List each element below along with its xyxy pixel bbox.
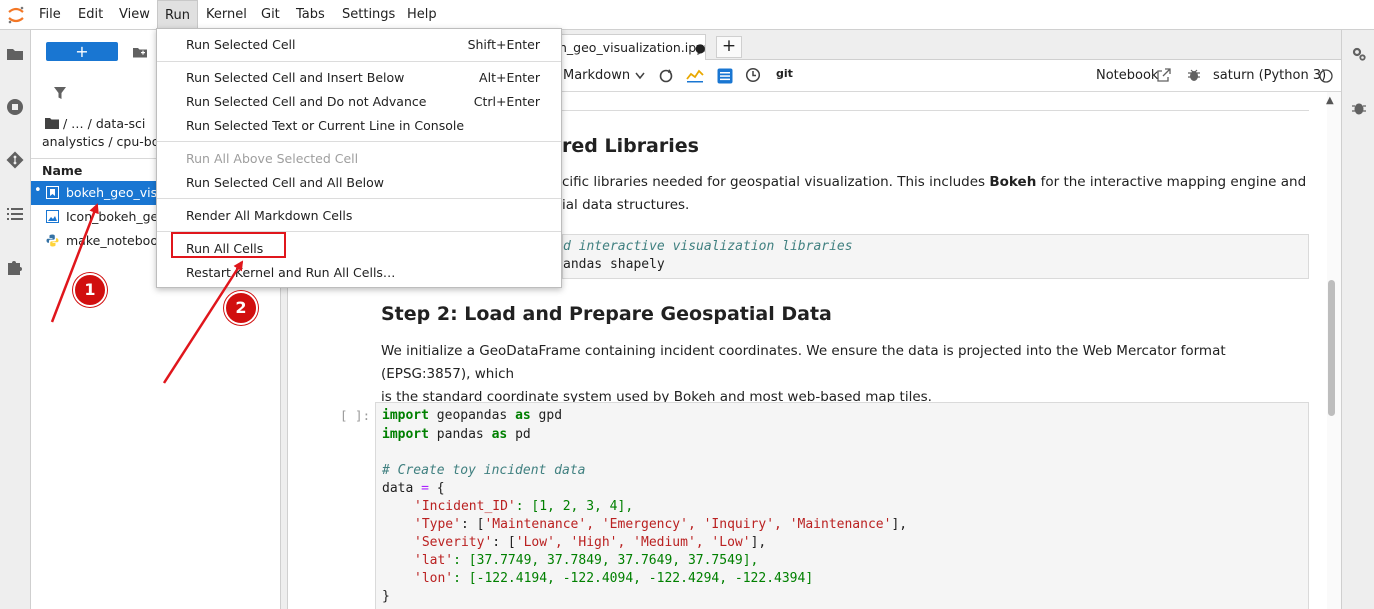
breadcrumb-path[interactable]: / … / data-sci	[63, 116, 145, 131]
code-cell-install[interactable]: d interactive visualization libraries an…	[562, 234, 1309, 279]
menu-separator	[157, 198, 561, 199]
markdown-paragraph-1: cific libraries needed for geospatial vi…	[562, 171, 1327, 217]
markdown-paragraph-2: We initialize a GeoDataFrame containing …	[381, 340, 1291, 409]
property-gear-icon[interactable]	[1351, 46, 1367, 62]
filter-icon[interactable]	[53, 86, 67, 100]
code-line-1: import geopandas as gpd	[382, 408, 563, 423]
menu-item-run-all-below[interactable]: Run Selected Cell and All Below	[186, 175, 384, 190]
paragraph-text: for the interactive mapping engine and	[1036, 174, 1307, 190]
python-file-icon	[46, 234, 59, 247]
tab-label[interactable]: n_geo_visualization.ipyı	[559, 40, 705, 55]
shortcut-ctrl-enter: Ctrl+Enter	[473, 94, 540, 109]
paragraph-bold: Bokeh	[989, 174, 1037, 190]
clock-icon[interactable]	[745, 67, 761, 83]
breadcrumb-line-2[interactable]: analystics / cpu-bok	[42, 134, 167, 149]
cell-type-select[interactable]: Markdown	[563, 68, 630, 83]
extension-puzzle-icon[interactable]	[5, 257, 25, 277]
code-comment: d interactive visualization libraries	[563, 239, 853, 254]
menu-kernel[interactable]: Kernel	[206, 0, 247, 30]
name-column-header[interactable]: Name	[42, 163, 82, 178]
code-comment: # Create toy incident data	[382, 463, 586, 478]
new-folder-icon[interactable]	[132, 44, 148, 60]
git-diff-button[interactable]: git	[776, 67, 793, 80]
table-of-contents-icon[interactable]	[5, 204, 25, 224]
file-name: bokeh_geo_visu	[66, 185, 166, 200]
external-link-icon[interactable]	[1157, 68, 1171, 82]
shortcut-alt-enter: Alt+Enter	[479, 70, 540, 85]
menu-separator	[157, 141, 561, 142]
right-sidebar	[1341, 30, 1374, 609]
refresh-widget-icon[interactable]	[658, 68, 674, 84]
code-line-incident-id: 'Incident_ID': [1, 2, 3, 4],	[414, 499, 634, 514]
paragraph-text: We initialize a GeoDataFrame containing …	[381, 343, 1226, 382]
code-line: andas shapely	[563, 257, 665, 272]
chevron-down-icon[interactable]	[635, 72, 645, 80]
menu-git[interactable]: Git	[261, 0, 280, 30]
file-name: Icon_bokeh_geo	[66, 209, 166, 224]
menu-help[interactable]: Help	[407, 0, 437, 30]
menu-settings[interactable]: Settings	[342, 0, 395, 30]
property-inspector-icon[interactable]	[717, 68, 733, 84]
menu-item-run-insert-below[interactable]: Run Selected Cell and Insert Below	[186, 70, 404, 85]
code-line-2: import pandas as pd	[382, 427, 531, 442]
code-line-data: data = {	[382, 481, 445, 496]
cell-execution-prompt: [ ]:	[340, 408, 371, 423]
scroll-up-arrow-icon[interactable]: ▲	[1326, 95, 1334, 106]
scrollbar-thumb[interactable]	[1328, 280, 1335, 416]
menu-run[interactable]: Run	[157, 0, 198, 30]
menu-item-render-markdown[interactable]: Render All Markdown Cells	[186, 208, 352, 223]
code-line-type: 'Type': ['Maintenance', 'Emergency', 'In…	[414, 517, 908, 532]
code-line-severity: 'Severity': ['Low', 'High', 'Medium', 'L…	[414, 535, 767, 550]
new-tab-button[interactable]: +	[716, 36, 742, 58]
menu-item-run-do-not-advance[interactable]: Run Selected Cell and Do not Advance	[186, 94, 426, 109]
folder-icon[interactable]	[5, 44, 25, 64]
debugger-bug-icon[interactable]	[1187, 68, 1201, 82]
code-cell-load-data[interactable]: import geopandas as gpd import pandas as…	[375, 402, 1309, 609]
left-sidebar	[0, 30, 31, 609]
home-folder-icon[interactable]	[45, 117, 59, 129]
paragraph-text: ial data structures.	[562, 197, 690, 213]
resource-usage-icon[interactable]	[686, 68, 704, 84]
jupyter-logo-icon	[8, 6, 24, 24]
unsaved-dot-icon[interactable]: ●	[695, 35, 705, 61]
code-line-close: }	[382, 589, 390, 604]
tab-bokeh-geo-visualization[interactable]: n_geo_visualization.ipyı ●	[558, 34, 706, 61]
shortcut-shift-enter: Shift+Enter	[467, 37, 540, 52]
file-name: make_notebook	[66, 233, 166, 248]
run-all-cells-highlight	[171, 232, 286, 258]
paragraph-text: cific libraries needed for geospatial vi…	[562, 174, 990, 190]
new-launcher-button[interactable]: +	[46, 42, 118, 61]
debugger-bug-icon[interactable]	[1351, 100, 1367, 116]
kernel-status-idle-icon	[1319, 69, 1333, 83]
section-heading-2: Step 2: Load and Prepare Geospatial Data	[381, 303, 832, 325]
menu-bar: File Edit View Run Kernel Git Tabs Setti…	[0, 0, 1374, 30]
open-notebook-link[interactable]: Notebook	[1096, 68, 1158, 83]
notebook-file-icon	[46, 186, 59, 199]
menu-item-run-all-above: Run All Above Selected Cell	[186, 151, 359, 166]
menu-item-restart-run-all[interactable]: Restart Kernel and Run All Cells…	[186, 265, 395, 280]
step-badge-2: 2	[224, 291, 258, 325]
step-badge-1: 1	[73, 273, 107, 307]
breadcrumb-line-1[interactable]: / … / data-sci	[45, 116, 145, 131]
image-file-icon	[46, 210, 59, 223]
code-line-lat: 'lat': [37.7749, 37.7849, 37.7649, 37.75…	[414, 553, 759, 568]
menu-item-run-in-console[interactable]: Run Selected Text or Current Line in Con…	[186, 118, 464, 133]
menu-separator	[157, 61, 561, 62]
menu-item-run-selected-cell[interactable]: Run Selected Cell	[186, 37, 295, 52]
file-open-dot-icon: •	[34, 183, 42, 198]
section-heading-1: red Libraries	[562, 135, 699, 157]
menu-edit[interactable]: Edit	[78, 0, 103, 30]
menu-view[interactable]: View	[119, 0, 150, 30]
git-icon[interactable]	[5, 150, 25, 170]
running-stop-icon[interactable]	[5, 97, 25, 117]
kernel-name[interactable]: saturn (Python 3)	[1213, 68, 1326, 83]
code-line-lon: 'lon': [-122.4194, -122.4094, -122.4294,…	[414, 571, 814, 586]
menu-tabs[interactable]: Tabs	[296, 0, 325, 30]
menu-file[interactable]: File	[39, 0, 61, 30]
